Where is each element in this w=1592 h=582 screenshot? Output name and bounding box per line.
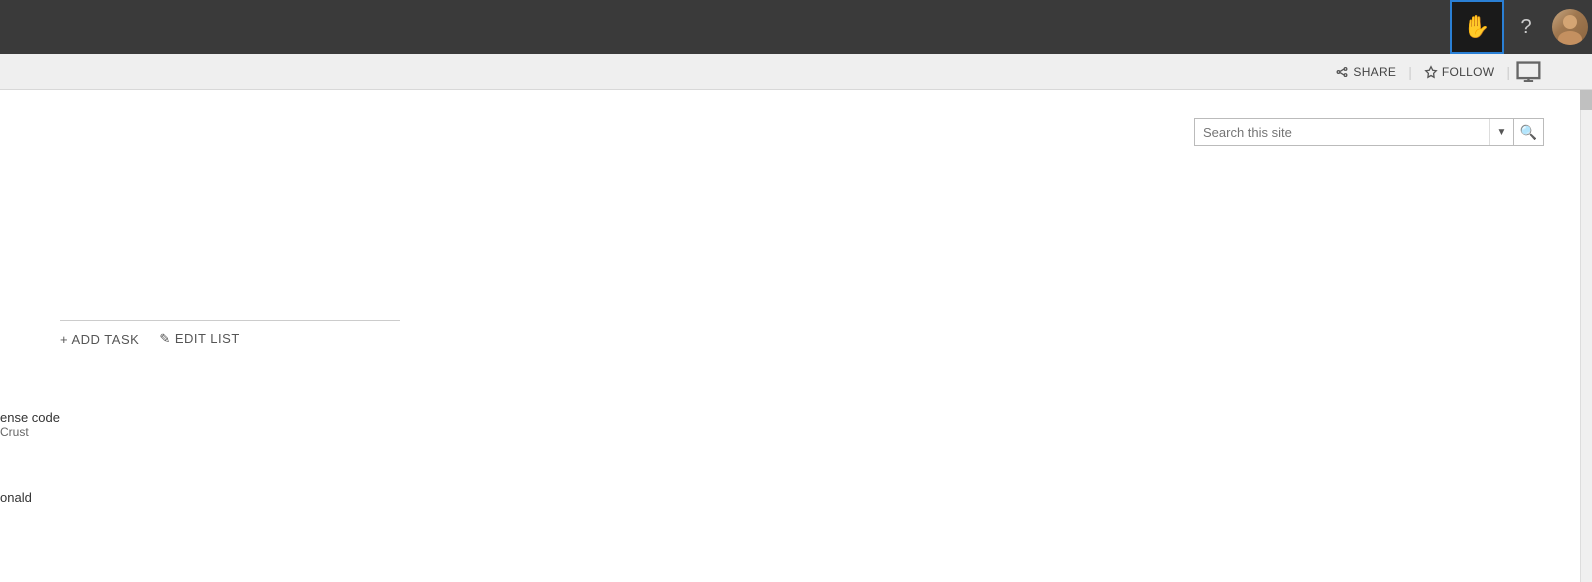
item-subtitle-1: Crust <box>0 425 60 439</box>
list-item: ense code Crust <box>0 410 60 439</box>
hand-icon-button[interactable]: ✋ <box>1450 0 1504 54</box>
item-title-2: onald <box>0 490 32 505</box>
follow-label: FOLLOW <box>1442 65 1494 79</box>
question-icon: ? <box>1520 16 1531 39</box>
action-divider-2: | <box>1506 64 1510 80</box>
present-icon <box>1516 61 1544 83</box>
search-go-button[interactable]: 🔍 <box>1514 118 1544 146</box>
add-task-label: + ADD TASK <box>60 332 139 347</box>
secondary-actions-group: SHARE | FOLLOW | <box>1329 58 1544 86</box>
main-content-area: ▼ 🔍 + ADD TASK ✎ EDIT LIST ense code Cru… <box>0 90 1592 582</box>
item-title-1: ense code <box>0 410 60 425</box>
search-dropdown-button[interactable]: ▼ <box>1489 119 1513 145</box>
avatar <box>1552 9 1588 45</box>
add-task-button[interactable]: + ADD TASK <box>60 332 139 347</box>
follow-button[interactable]: FOLLOW <box>1418 63 1500 81</box>
present-button[interactable] <box>1516 58 1544 86</box>
secondary-bar: SHARE | FOLLOW | <box>0 54 1592 90</box>
search-input-wrapper: ▼ <box>1194 118 1514 146</box>
search-container: ▼ 🔍 <box>1194 118 1544 146</box>
share-icon <box>1335 65 1349 79</box>
top-nav-bar: ✋ ? <box>0 0 1592 54</box>
edit-list-label: ✎ EDIT LIST <box>159 331 239 347</box>
share-button[interactable]: SHARE <box>1329 63 1402 81</box>
user-avatar-button[interactable] <box>1548 0 1592 54</box>
star-icon <box>1424 65 1438 79</box>
hand-icon: ✋ <box>1463 14 1490 40</box>
list-item: onald <box>0 490 32 505</box>
help-button[interactable]: ? <box>1504 0 1548 54</box>
action-divider-1: | <box>1408 64 1412 80</box>
task-toolbar: + ADD TASK ✎ EDIT LIST <box>60 320 400 347</box>
search-icon: 🔍 <box>1520 124 1537 141</box>
search-input[interactable] <box>1195 119 1489 145</box>
chevron-down-icon: ▼ <box>1497 127 1507 138</box>
scrollbar-thumb[interactable] <box>1580 90 1592 110</box>
nav-right-group: ✋ ? <box>1450 0 1592 54</box>
edit-list-button[interactable]: ✎ EDIT LIST <box>159 331 239 347</box>
scrollbar[interactable] <box>1580 90 1592 582</box>
share-label: SHARE <box>1353 65 1396 79</box>
